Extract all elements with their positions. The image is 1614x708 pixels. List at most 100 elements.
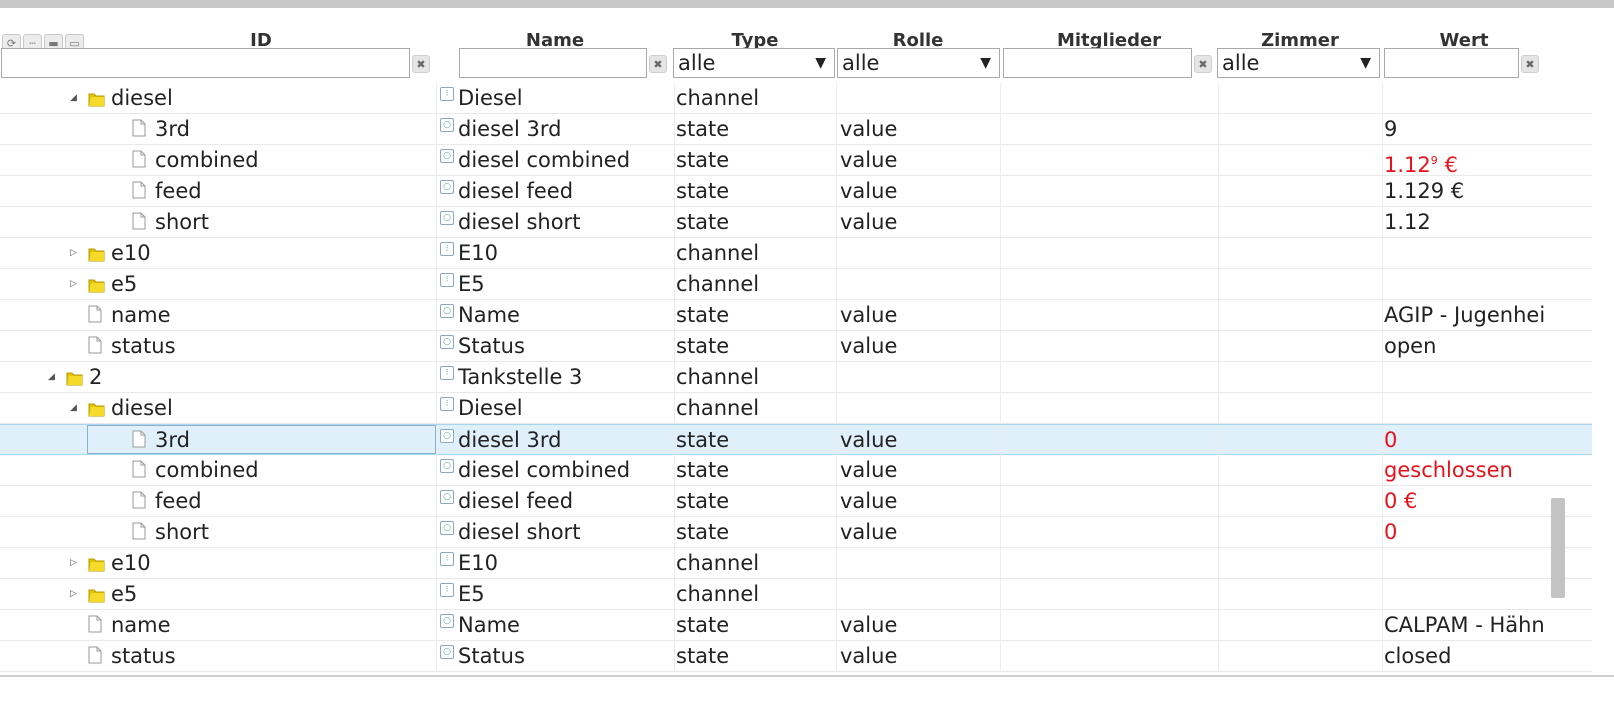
collapsed-toggle-icon[interactable]: ▷ [70, 269, 80, 300]
column-separator [836, 145, 837, 176]
file-icon [88, 335, 102, 354]
table-row[interactable]: short ○ diesel short state value 0 [0, 517, 1592, 548]
object-value[interactable]: geschlossen [1384, 455, 1544, 486]
table-row[interactable]: ◢ diesel ⁝ Diesel channel [0, 83, 1592, 114]
object-value[interactable]: 1.129 € [1384, 176, 1544, 207]
object-value[interactable]: 0 [1384, 425, 1544, 456]
object-value[interactable] [1384, 83, 1544, 114]
object-value[interactable]: 0 € [1384, 486, 1544, 517]
table-row[interactable]: ▷ e10 ⁝ E10 channel [0, 548, 1592, 579]
column-separator [436, 238, 437, 269]
object-role: value [840, 613, 898, 637]
object-type: channel [676, 396, 760, 420]
object-name: diesel combined [458, 148, 631, 172]
object-id[interactable]: combined [155, 145, 259, 176]
collapsed-toggle-icon[interactable]: ▷ [70, 238, 80, 269]
members-filter-clear-icon[interactable]: ✖ [1194, 55, 1212, 73]
column-separator [1382, 517, 1383, 548]
table-row[interactable]: name ○ Name state value CALPAM - Hähnlein [0, 610, 1592, 641]
column-separator [674, 517, 675, 548]
object-value[interactable]: 9 [1384, 114, 1544, 145]
table-row[interactable]: ▷ e5 ⁝ E5 channel [0, 579, 1592, 610]
object-value[interactable] [1384, 362, 1544, 393]
column-separator [836, 455, 837, 486]
table-row[interactable]: feed ○ diesel feed state value 0 € [0, 486, 1592, 517]
object-id[interactable]: e10 [111, 548, 151, 579]
column-separator [1000, 362, 1001, 393]
object-role: value [840, 179, 898, 203]
column-separator [1000, 641, 1001, 672]
object-value[interactable]: CALPAM - Hähnlein [1384, 610, 1544, 641]
table-row[interactable]: ▷ e5 ⁝ E5 channel [0, 269, 1592, 300]
object-id[interactable]: status [111, 331, 176, 362]
object-id[interactable]: feed [155, 176, 202, 207]
expanded-toggle-icon[interactable]: ◢ [70, 83, 80, 114]
column-separator [1382, 579, 1383, 610]
column-separator [1382, 207, 1383, 238]
object-id[interactable]: status [111, 641, 176, 672]
object-role: value [840, 428, 898, 452]
column-separator [1000, 145, 1001, 176]
scrollbar-track[interactable] [1592, 8, 1614, 677]
column-separator [674, 331, 675, 362]
id-filter-clear-icon[interactable]: ✖ [412, 55, 430, 73]
object-type: channel [676, 86, 760, 110]
table-row[interactable]: ◢ 2 ⁝ Tankstelle 3 channel [0, 362, 1592, 393]
object-value[interactable]: open [1384, 331, 1544, 362]
table-row[interactable]: feed ○ diesel feed state value 1.129 € [0, 176, 1592, 207]
column-separator [1382, 83, 1383, 114]
object-value[interactable] [1384, 548, 1544, 579]
table-row[interactable]: 3rd ○ diesel 3rd state value 0 [0, 424, 1592, 456]
object-id[interactable]: name [111, 300, 171, 331]
object-id[interactable]: e10 [111, 238, 151, 269]
collapsed-toggle-icon[interactable]: ▷ [70, 548, 80, 579]
object-value[interactable] [1384, 269, 1544, 300]
object-id[interactable]: combined [155, 455, 259, 486]
collapsed-toggle-icon[interactable]: ▷ [70, 579, 80, 610]
table-row[interactable]: combined ○ diesel combined state value geschl… [0, 455, 1592, 486]
table-row[interactable]: status ○ Status state value open [0, 331, 1592, 362]
value-filter-clear-icon[interactable]: ✖ [1521, 55, 1539, 73]
column-separator [1218, 83, 1219, 114]
object-id[interactable]: e5 [111, 579, 137, 610]
object-value[interactable]: 1.12 [1384, 207, 1544, 238]
object-value[interactable]: closed [1384, 641, 1544, 672]
object-id[interactable]: name [111, 610, 171, 641]
object-id[interactable]: diesel [111, 393, 173, 424]
object-id[interactable]: 3rd [155, 114, 190, 145]
table-row[interactable]: ▷ e10 ⁝ E10 channel [0, 238, 1592, 269]
column-separator [1218, 548, 1219, 579]
object-id[interactable]: diesel [111, 83, 173, 114]
scrollbar-thumb[interactable] [1551, 498, 1565, 598]
object-id[interactable]: short [155, 207, 209, 238]
column-separator [836, 207, 837, 238]
file-icon [132, 521, 146, 540]
object-value[interactable]: AGIP - Jugenheim [1384, 300, 1544, 331]
object-type: state [676, 148, 730, 172]
object-value[interactable] [1384, 238, 1544, 269]
object-id[interactable]: e5 [111, 269, 137, 300]
table-row[interactable]: combined ○ diesel combined state value 1.129 … [0, 145, 1592, 176]
object-value[interactable]: 0 [1384, 517, 1544, 548]
table-row[interactable]: short ○ diesel short state value 1.12 [0, 207, 1592, 238]
expanded-toggle-icon[interactable]: ◢ [48, 362, 58, 393]
table-row[interactable]: status ○ Status state value closed [0, 641, 1592, 672]
object-value[interactable] [1384, 393, 1544, 424]
column-separator [836, 393, 837, 424]
state-icon: ○ [440, 149, 454, 163]
object-type: channel [676, 365, 760, 389]
column-separator [1218, 300, 1219, 331]
object-id[interactable]: short [155, 517, 209, 548]
table-row[interactable]: 3rd ○ diesel 3rd state value 9 [0, 114, 1592, 145]
object-id[interactable]: 2 [89, 362, 102, 393]
table-row[interactable]: ◢ diesel ⁝ Diesel channel [0, 393, 1592, 424]
table-row[interactable]: name ○ Name state value AGIP - Jugenheim [0, 300, 1592, 331]
expanded-toggle-icon[interactable]: ◢ [70, 393, 80, 424]
object-value[interactable]: 1.129 € [1384, 145, 1544, 176]
object-value[interactable] [1384, 579, 1544, 610]
column-separator [1000, 579, 1001, 610]
object-id[interactable]: feed [155, 486, 202, 517]
column-separator [1000, 548, 1001, 579]
name-filter-clear-icon[interactable]: ✖ [649, 55, 667, 73]
column-separator [674, 425, 675, 456]
